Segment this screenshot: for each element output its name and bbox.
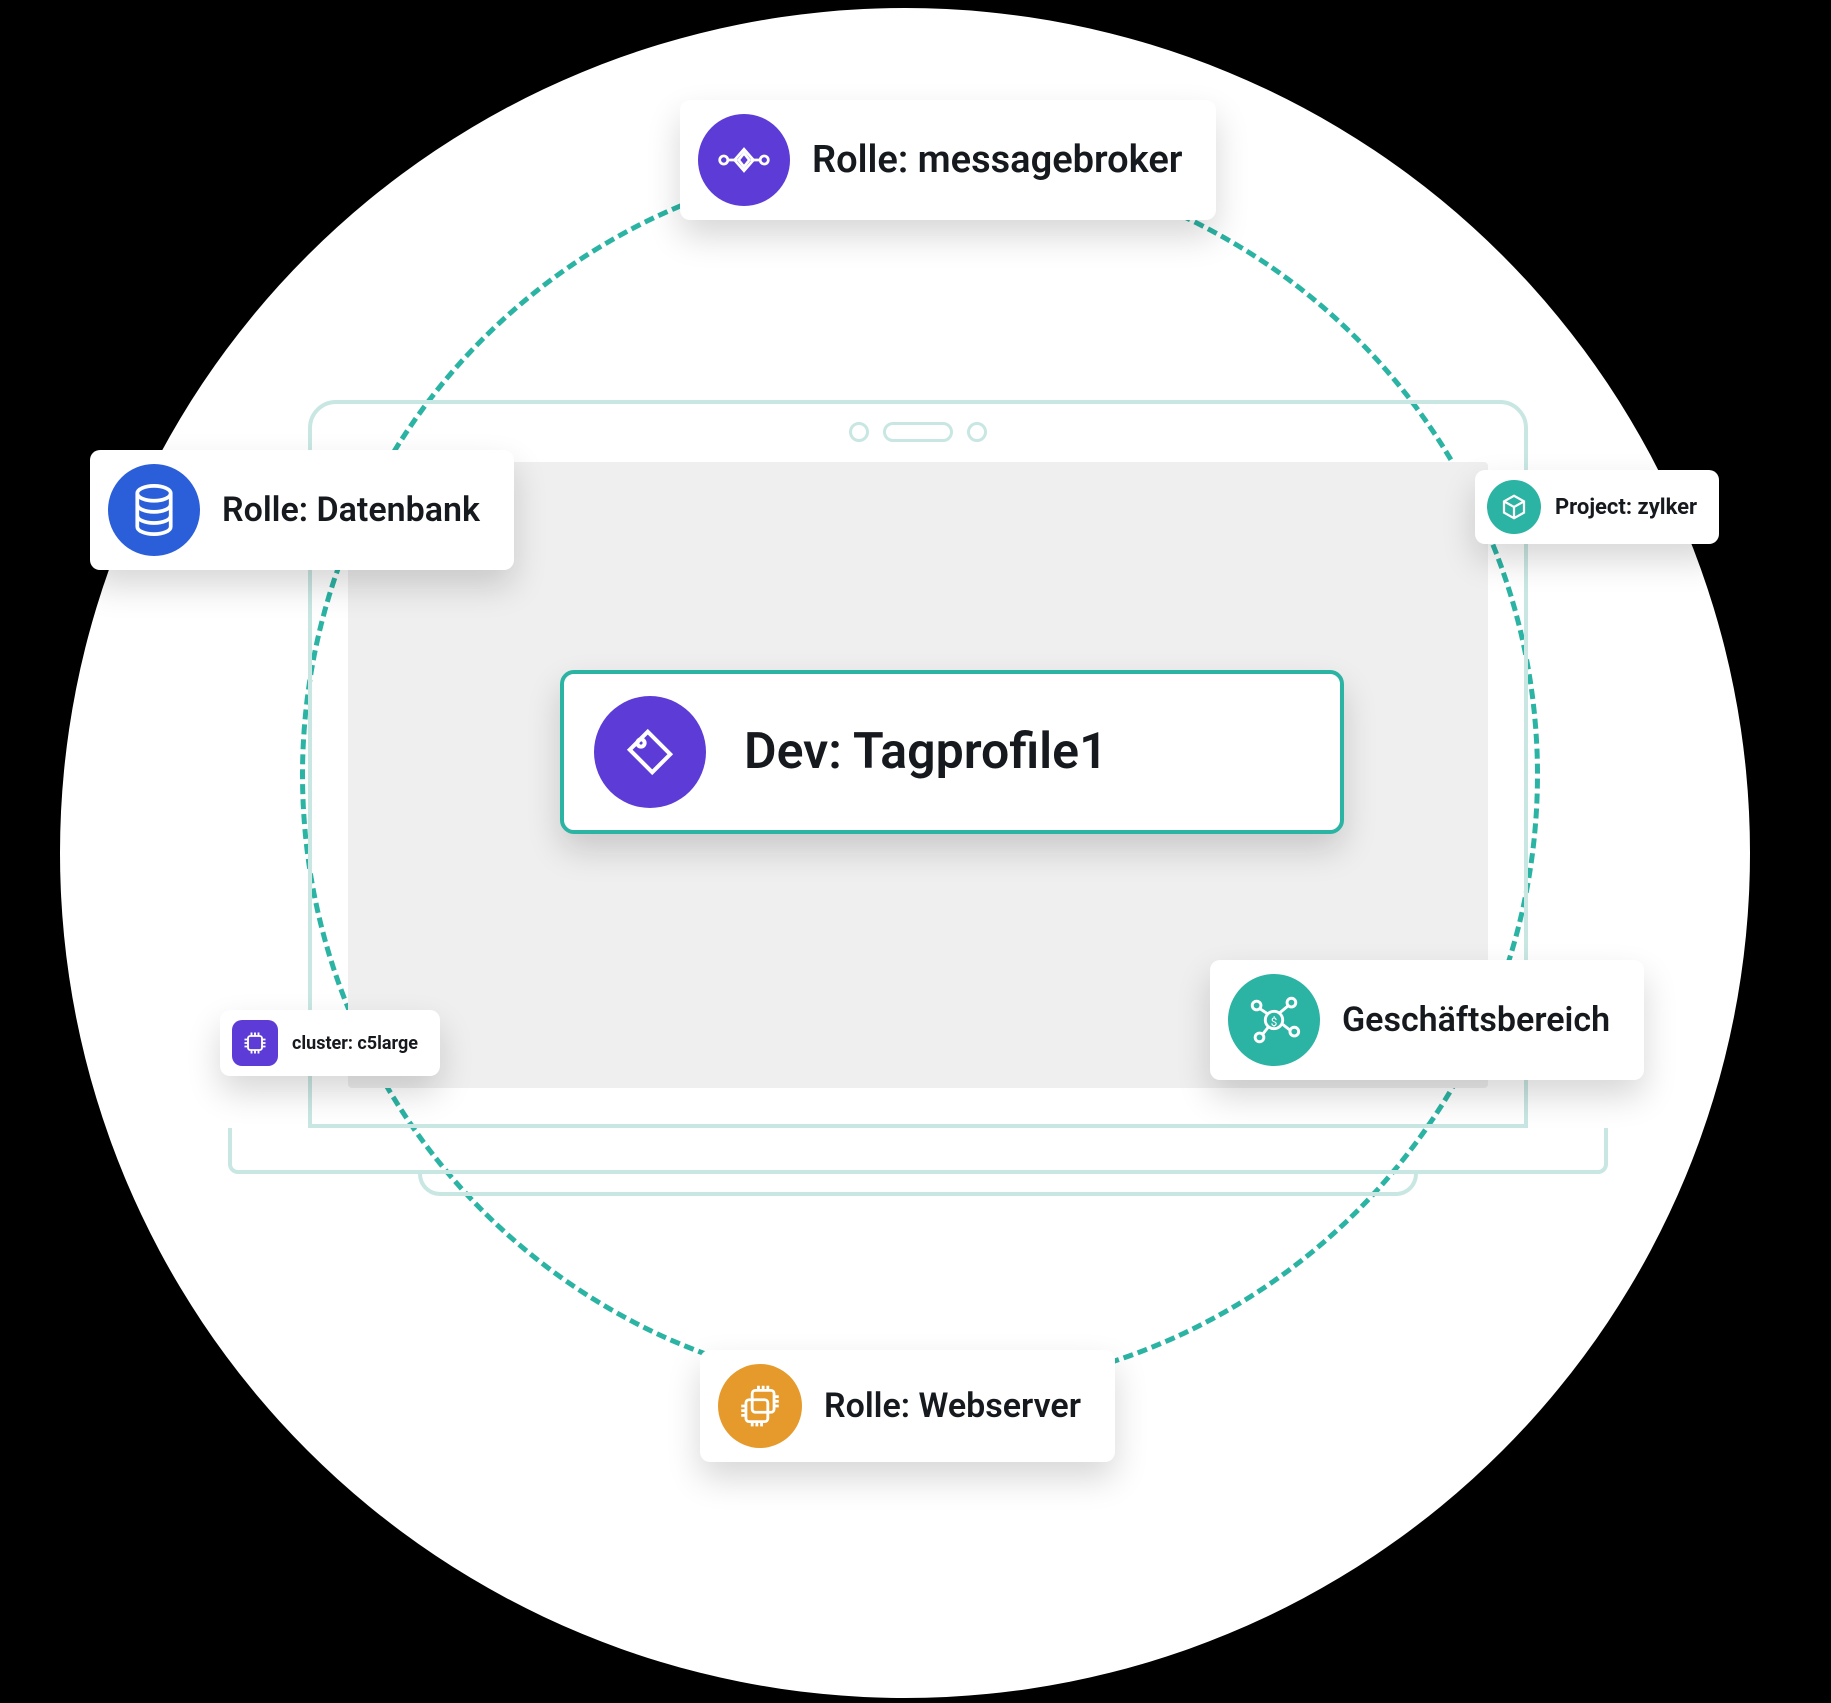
node-business: $ Geschäftsbereich: [1210, 960, 1644, 1080]
node-label: cluster: c5large: [292, 1033, 418, 1054]
node-label: Geschäftsbereich: [1342, 1000, 1610, 1040]
cpu-stack-icon: [718, 1364, 802, 1448]
center-label: Dev: Tagprofile1: [744, 723, 1108, 781]
node-project: Project: zylker: [1475, 470, 1719, 544]
node-label: Rolle: Webserver: [824, 1386, 1081, 1426]
node-label: Rolle: messagebroker: [812, 138, 1182, 182]
chip-icon: [232, 1020, 278, 1066]
node-label: Rolle: Datenbank: [222, 490, 480, 530]
node-cluster: cluster: c5large: [220, 1010, 440, 1076]
messagebroker-icon: [698, 114, 790, 206]
cube-icon: [1487, 480, 1541, 534]
database-icon: [108, 464, 200, 556]
tag-icon: [594, 696, 706, 808]
node-database: Rolle: Datenbank: [90, 450, 514, 570]
node-label: Project: zylker: [1555, 495, 1697, 520]
center-tag-card: Dev: Tagprofile1: [560, 670, 1344, 834]
svg-text:$: $: [1271, 1015, 1278, 1029]
node-messagebroker: Rolle: messagebroker: [680, 100, 1216, 220]
node-webserver: Rolle: Webserver: [700, 1350, 1115, 1462]
diagram-stage: Dev: Tagprofile1 Rolle: messagebroker: [0, 0, 1831, 1703]
network-dollar-icon: $: [1228, 974, 1320, 1066]
